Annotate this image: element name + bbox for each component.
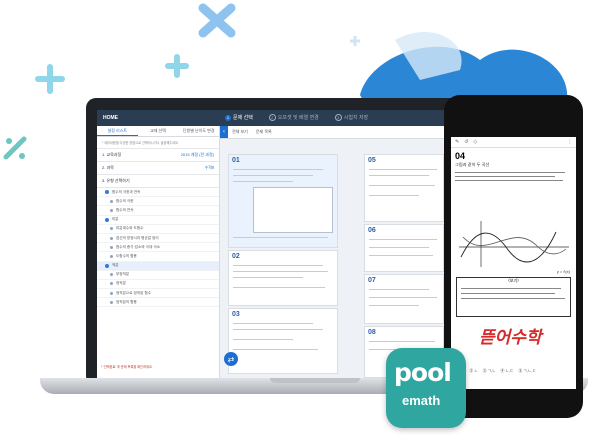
footer-note: * '선택완료' 후 문제 목록을 확인하세요 (101, 365, 152, 369)
tree-item[interactable]: 정적분 (97, 280, 219, 290)
brand-top: pool (394, 358, 452, 387)
answer-choices: ① ㄱ ② ㄴ ③ ㄱ,ㄴ ④ ㄴ,ㄷ ⑤ ㄱ,ㄴ,ㄷ (456, 369, 536, 374)
tab-textbook[interactable]: 교재 선택 (138, 126, 179, 136)
question-card[interactable]: 02 (228, 250, 338, 306)
choice[interactable]: ⑤ ㄱ,ㄴ,ㄷ (519, 369, 536, 374)
tree-item[interactable]: 함수의 극한과 연속 (97, 188, 219, 198)
step-3[interactable]: 3 시험지 저장 (334, 114, 368, 121)
step-indicator: 1 문제 선택 2 오프셋 및 배열 변경 3 시험지 저장 (225, 114, 368, 121)
tab-question-list[interactable]: 문제 목록 (256, 129, 272, 135)
tab-all[interactable]: 전체 보기 (232, 129, 248, 135)
tree-item[interactable]: 함수의 연속 (97, 206, 219, 216)
step-2[interactable]: 2 오프셋 및 배열 변경 (268, 114, 319, 121)
tree-item[interactable]: 적분 (97, 261, 219, 271)
app-icon-badge: pool emath (386, 348, 466, 428)
phone-heading: 그림과 같이 두 곡선 (455, 162, 490, 167)
question-card[interactable]: 07 (364, 274, 444, 324)
home-logo[interactable]: HOME (103, 115, 118, 121)
phone-question-number: 04 (455, 151, 466, 161)
sidebar: 설정 리스트 교재 선택 단원별 난이도 변경 * 세부내용을 다양한 방법으로… (97, 126, 220, 378)
type-select-heading: 3. 유형 선택하기 (97, 175, 219, 188)
question-card[interactable]: 01 (228, 154, 338, 248)
brand-bottom: emath (402, 393, 441, 408)
plus-icon (35, 54, 189, 94)
tree-item[interactable]: 함수의 극한 (97, 197, 219, 207)
choice[interactable]: ③ ㄱ,ㄴ (483, 369, 496, 374)
example-box: 〈보기〉 (456, 277, 571, 317)
step-1[interactable]: 1 문제 선택 (225, 114, 253, 121)
tab-difficulty[interactable]: 단원별 난이도 변경 (178, 126, 219, 136)
question-card[interactable]: 05 (364, 154, 444, 222)
shuffle-button[interactable]: ⇄ (224, 352, 238, 366)
phone-toolbar: ✎ ↺ ◇ ⋮ (451, 137, 576, 148)
tree-item[interactable]: 미분 (97, 216, 219, 225)
question-card[interactable]: 03 (228, 308, 338, 374)
graph-label: y = f'(x) (556, 269, 570, 274)
question-card[interactable]: 06 (364, 224, 444, 272)
sidebar-tabs: 설정 리스트 교재 선택 단원별 난이도 변경 (97, 126, 219, 137)
x-icon (198, 3, 236, 38)
tree-item[interactable]: 정적분으로 정의된 함수 (97, 289, 219, 299)
eraser-icon[interactable]: ◇ (473, 139, 477, 145)
back-button[interactable]: ‹ (220, 126, 228, 138)
curriculum-select[interactable]: 1. 교육과정 2015 개정 (전 과정) (97, 149, 219, 162)
tree-item[interactable]: 함수의 증가·감소와 극대·극소 (97, 243, 219, 253)
laptop-notch (270, 378, 360, 383)
undo-icon[interactable]: ↺ (464, 139, 468, 145)
unit-tree: 함수의 극한과 연속 함수의 극한 함수의 연속 미분 미분계수와 도함수 접선… (97, 188, 219, 308)
tree-item[interactable]: 정적분의 활용 (97, 298, 219, 308)
sidebar-notice: * 세부내용을 다양한 방법으로 선택하시거나 설정해주세요 (97, 137, 219, 149)
tree-item[interactable]: 접선의 방정식과 평균값 정리 (97, 234, 219, 244)
plus-icon-small (350, 36, 360, 46)
handwritten-logo: 뜯어수학 (479, 328, 542, 348)
pen-icon[interactable]: ✎ (455, 139, 459, 145)
phone-screen: ✎ ↺ ◇ ⋮ 04 그림과 같이 두 곡선 y = f'(x) 〈보기〉 뜯어수학 … (451, 137, 576, 389)
subject-select[interactable]: 2. 과목 수학Ⅱ (97, 162, 219, 175)
tree-item[interactable]: 미분계수와 도함수 (97, 225, 219, 234)
choice[interactable]: ② ㄴ (469, 369, 477, 374)
phone-graph (459, 221, 569, 267)
choice[interactable]: ④ ㄴ,ㄷ (501, 369, 514, 374)
tree-item[interactable]: 도함수의 활용 (97, 252, 219, 262)
tree-item[interactable]: 부정적분 (97, 271, 219, 280)
menu-icon[interactable]: ⋮ (567, 139, 572, 145)
tab-setting-list[interactable]: 설정 리스트 (97, 126, 138, 136)
